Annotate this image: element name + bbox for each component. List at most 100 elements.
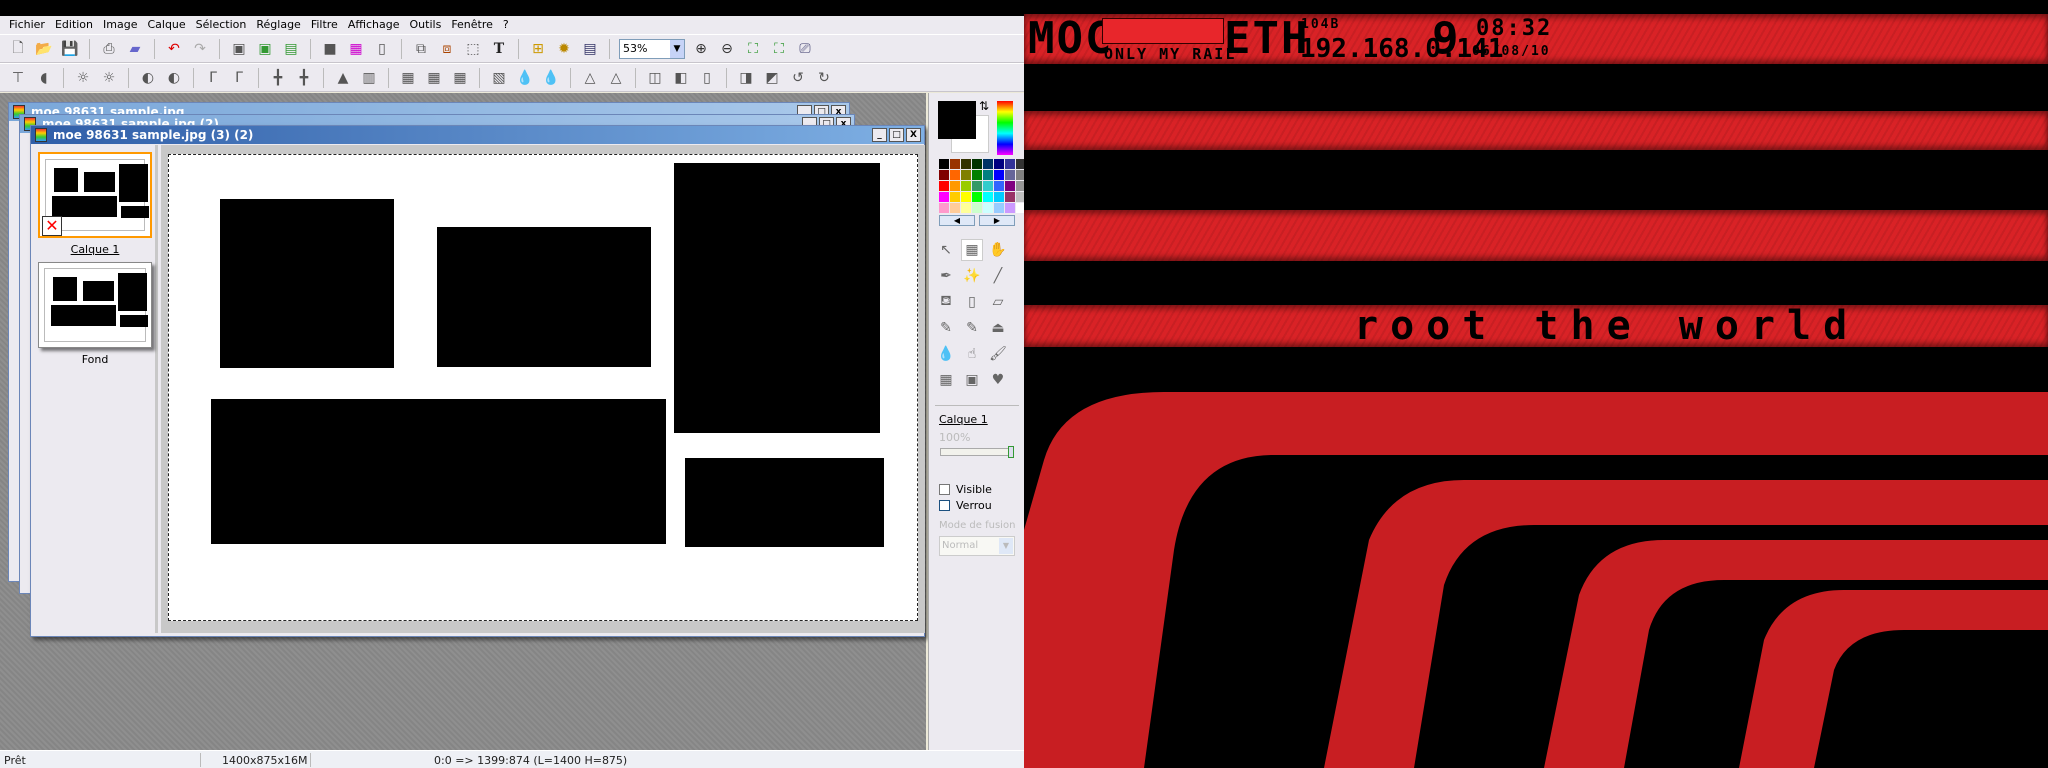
balance-icon[interactable]: ▥ bbox=[359, 68, 379, 88]
palette-swatch[interactable] bbox=[961, 170, 971, 180]
drop-icon[interactable]: 💧 bbox=[935, 343, 957, 365]
save-icon[interactable]: 💾 bbox=[60, 39, 80, 59]
palette-swatch[interactable] bbox=[983, 203, 993, 213]
palette-swatch[interactable] bbox=[983, 159, 993, 169]
palette-swatch[interactable] bbox=[939, 159, 949, 169]
fullscreen-icon[interactable]: ⎚ bbox=[795, 39, 815, 59]
palette-swatch[interactable] bbox=[994, 203, 1004, 213]
palette-swatch[interactable] bbox=[950, 170, 960, 180]
resize-icon[interactable]: ◫ bbox=[645, 68, 665, 88]
close-button[interactable]: X bbox=[906, 128, 921, 142]
menu-edition[interactable]: Edition bbox=[50, 16, 98, 34]
menu-help[interactable]: ? bbox=[498, 16, 514, 34]
scan-icon[interactable]: ▰ bbox=[125, 39, 145, 59]
contrast-up-icon[interactable]: ◐ bbox=[164, 68, 184, 88]
palette-swatch[interactable] bbox=[1005, 203, 1015, 213]
smudge-icon[interactable]: ☝ bbox=[961, 343, 983, 365]
saturation-down-icon[interactable]: ╋ bbox=[268, 68, 288, 88]
brightness-down-icon[interactable]: ☼ bbox=[73, 68, 93, 88]
select-all-icon[interactable]: ⧉ bbox=[411, 39, 431, 59]
palette-swatch[interactable] bbox=[1005, 170, 1015, 180]
palette-swatch[interactable] bbox=[994, 181, 1004, 191]
sharpen-more-icon[interactable]: △ bbox=[606, 68, 626, 88]
menu-image[interactable]: Image bbox=[98, 16, 142, 34]
redo-icon[interactable]: ↷ bbox=[190, 39, 210, 59]
paste-image-icon[interactable]: ▣ bbox=[255, 39, 275, 59]
palette-swatch[interactable] bbox=[972, 170, 982, 180]
effects-icon[interactable]: ▯ bbox=[372, 39, 392, 59]
palette-swatch[interactable] bbox=[939, 203, 949, 213]
menu-calque[interactable]: Calque bbox=[142, 16, 190, 34]
auto-contrast-icon[interactable]: ◖ bbox=[34, 68, 54, 88]
text-icon[interactable]: T bbox=[489, 39, 509, 59]
palette-swatch[interactable] bbox=[1005, 159, 1015, 169]
palette-swatch[interactable] bbox=[961, 181, 971, 191]
grayscale-icon[interactable]: ■ bbox=[320, 39, 340, 59]
chevron-down-icon[interactable]: ▼ bbox=[999, 538, 1013, 554]
palette-swatch[interactable] bbox=[961, 159, 971, 169]
zoom-in-icon[interactable]: ⊕ bbox=[691, 39, 711, 59]
layer-name[interactable]: Fond bbox=[32, 353, 158, 366]
canvas-size-icon[interactable]: ◧ bbox=[671, 68, 691, 88]
select-tool-icon[interactable]: ▦ bbox=[961, 239, 983, 261]
layer-thumb-calque-1[interactable]: ✕ bbox=[38, 152, 152, 238]
fill-bucket-icon[interactable]: ⛾ bbox=[935, 291, 957, 313]
palette-swatch[interactable] bbox=[939, 170, 949, 180]
brush-plus-icon[interactable]: ✎ bbox=[961, 317, 983, 339]
eraser-icon[interactable]: ▱ bbox=[987, 291, 1009, 313]
rotate-right-icon[interactable]: ↻ bbox=[814, 68, 834, 88]
flip-icon[interactable]: ◨ bbox=[736, 68, 756, 88]
new-file-icon[interactable]: 🗋 bbox=[8, 39, 28, 59]
magic-wand-icon[interactable]: ✨ bbox=[961, 265, 983, 287]
palette-swatch[interactable] bbox=[994, 192, 1004, 202]
primary-color-swatch[interactable] bbox=[938, 101, 976, 139]
opacity-slider[interactable] bbox=[940, 446, 1014, 458]
layer-name[interactable]: Calque 1 bbox=[32, 243, 158, 256]
menu-selection[interactable]: Sélection bbox=[191, 16, 252, 34]
menu-outils[interactable]: Outils bbox=[405, 16, 447, 34]
minimize-button[interactable]: _ bbox=[872, 128, 887, 142]
palette-swatch[interactable] bbox=[950, 192, 960, 202]
palette-swatch[interactable] bbox=[972, 203, 982, 213]
red-eye-icon[interactable]: ♥ bbox=[987, 369, 1009, 391]
histogram-icon[interactable]: ▲ bbox=[333, 68, 353, 88]
grid2-icon[interactable]: ▦ bbox=[424, 68, 444, 88]
blur-icon[interactable]: 💧 bbox=[515, 68, 535, 88]
crop-icon[interactable]: ⧈ bbox=[437, 39, 457, 59]
gamma-down-icon[interactable]: Γ bbox=[203, 68, 223, 88]
swap-colors-icon[interactable]: ⇅ bbox=[979, 99, 989, 113]
palette-swatch[interactable] bbox=[939, 181, 949, 191]
menu-filtre[interactable]: Filtre bbox=[306, 16, 343, 34]
open-folder-icon[interactable]: 📂 bbox=[34, 39, 54, 59]
paint-brush-icon[interactable]: 🖌 bbox=[987, 343, 1009, 365]
palette-swatch[interactable] bbox=[950, 181, 960, 191]
stamp-icon[interactable]: ⏏ bbox=[987, 317, 1009, 339]
sharpen-icon[interactable]: △ bbox=[580, 68, 600, 88]
menu-affichage[interactable]: Affichage bbox=[343, 16, 405, 34]
menu-fenetre[interactable]: Fenêtre bbox=[446, 16, 498, 34]
palette-swatch[interactable] bbox=[961, 192, 971, 202]
auto-level-icon[interactable]: ⊤ bbox=[8, 68, 28, 88]
saturation-up-icon[interactable]: ╋ bbox=[294, 68, 314, 88]
lock-checkbox[interactable]: Verrou bbox=[939, 499, 992, 512]
palette-swatch[interactable] bbox=[994, 159, 1004, 169]
maximize-button[interactable]: □ bbox=[889, 128, 904, 142]
grid3-icon[interactable]: ▦ bbox=[450, 68, 470, 88]
hue-strip[interactable] bbox=[997, 101, 1013, 155]
menu-fichier[interactable]: Fichier bbox=[4, 16, 50, 34]
plugin-icon[interactable]: ✹ bbox=[554, 39, 574, 59]
mirror-icon[interactable]: ◩ bbox=[762, 68, 782, 88]
hand-icon[interactable]: ✋ bbox=[987, 239, 1009, 261]
rotate-icon[interactable]: ▯ bbox=[697, 68, 717, 88]
print-icon[interactable]: ⎙ bbox=[99, 39, 119, 59]
gamma-up-icon[interactable]: Γ bbox=[229, 68, 249, 88]
zoom-select[interactable]: 53% ▼ bbox=[619, 38, 685, 59]
palette-swatch[interactable] bbox=[1005, 192, 1015, 202]
paste-new-icon[interactable]: ▤ bbox=[281, 39, 301, 59]
palette-swatch[interactable] bbox=[950, 203, 960, 213]
fit-window-icon[interactable]: ⛶ bbox=[743, 39, 763, 59]
palette-prev-button[interactable]: ◀ bbox=[939, 215, 975, 226]
brush-icon[interactable]: ✎ bbox=[935, 317, 957, 339]
noise-icon[interactable]: ▧ bbox=[489, 68, 509, 88]
pointer-icon[interactable]: ↖ bbox=[935, 239, 957, 261]
